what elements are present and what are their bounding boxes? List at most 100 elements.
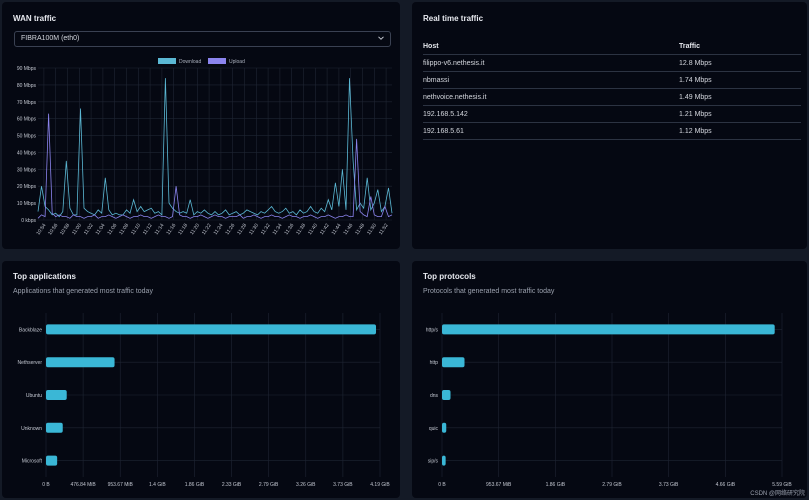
host-cell: 192.168.5.61 (423, 122, 679, 140)
legend-upload-label: Upload (229, 59, 245, 65)
table-row: nbmassi 1.74 Mbps (423, 71, 801, 89)
protocol-category-label: sip/s (428, 459, 439, 465)
x-tick-label: 11:04 (95, 223, 107, 237)
x-tick-label: 11:14 (154, 223, 166, 237)
protocol-category-label: quic (429, 426, 439, 432)
x-tick-label: 11:44 (331, 223, 343, 237)
protocol-category-label: http (430, 360, 439, 366)
top-applications-chart: 0 B 476.84 MiB 953.67 MiB 1.4 GiB 1.86 GiB 2.… (18, 313, 390, 488)
x-tick-label: 953.67 MiB (486, 482, 512, 488)
realtime-traffic-table: Host Traffic filippo-v6.nethesis.it 12.8 … (423, 38, 801, 140)
x-tick-label: 1.4 GiB (149, 482, 166, 488)
y-tick-label: 80 Mbps (17, 83, 37, 89)
host-column-header: Host (423, 38, 679, 55)
x-tick-label: 11:48 (354, 223, 366, 237)
traffic-cell: 1.49 Mbps (679, 88, 801, 106)
legend-download-label: Download (179, 59, 201, 65)
x-tick-label: 10:58 (59, 223, 71, 237)
watermark: CSDN @网络研究院 (750, 491, 805, 497)
x-tick-label: 4.66 GiB (716, 482, 736, 488)
x-tick-label: 11:28 (236, 223, 248, 237)
interface-select[interactable]: FIBRA100M (eth0) (14, 31, 391, 47)
protocol-category-label: dns (430, 393, 439, 399)
x-tick-label: 11:24 (213, 223, 225, 237)
x-tick-label: 10:54 (35, 223, 47, 237)
table-row: nethvoice.nethesis.it 1.49 Mbps (423, 88, 801, 106)
x-tick-label: 2.33 GiB (222, 482, 242, 488)
x-tick-label: 11:38 (295, 223, 307, 237)
x-tick-label: 2.79 GiB (602, 482, 622, 488)
app-category-label: Ubuntu (26, 393, 42, 399)
x-tick-label: 11:46 (342, 223, 354, 237)
x-tick-label: 3.73 GiB (659, 482, 679, 488)
top-protocols-title: Top protocols (423, 272, 476, 281)
x-tick-label: 11:16 (165, 223, 177, 237)
app-bar (46, 390, 67, 400)
traffic-cell: 1.74 Mbps (679, 71, 801, 89)
top-protocols-chart: 0 B 953.67 MiB 1.86 GiB 2.79 GiB 3.73 GiB 4.6… (426, 313, 792, 488)
x-tick-label: 11:50 (366, 223, 378, 237)
table-header-row: Host Traffic (423, 38, 801, 55)
x-tick-label: 11:36 (283, 223, 295, 237)
protocol-bar (442, 455, 446, 466)
app-bar (46, 324, 377, 335)
top-protocols-subtitle: Protocols that generated most traffic to… (423, 288, 555, 295)
x-tick-label: 2.79 GiB (259, 482, 279, 488)
interface-select-value: FIBRA100M (eth0) (21, 35, 80, 42)
x-tick-label: 11:26 (224, 223, 236, 237)
x-tick-label: 11:34 (272, 223, 284, 237)
x-tick-label: 11:06 (106, 223, 118, 237)
y-tick-label: 20 Mbps (17, 184, 37, 190)
x-tick-label: 11:32 (260, 223, 272, 237)
x-tick-label: 11:42 (319, 223, 331, 237)
y-tick-label: 0 kbps (21, 218, 36, 224)
x-tick-label: 11:30 (248, 223, 260, 237)
app-category-label: Unknown (21, 426, 42, 432)
app-category-label: Nethserver (18, 360, 43, 366)
x-tick-label: 3.73 GiB (333, 482, 353, 488)
protocol-bar (442, 422, 447, 433)
y-tick-label: 10 Mbps (17, 201, 37, 207)
y-tick-label: 60 Mbps (17, 117, 37, 123)
wan-traffic-title: WAN traffic (13, 14, 57, 23)
x-tick-label: 0 B (42, 482, 50, 488)
y-tick-label: 90 Mbps (17, 66, 37, 72)
protocol-bar (442, 357, 465, 368)
realtime-traffic-title: Real time traffic (423, 14, 484, 23)
x-tick-label: 11:22 (201, 223, 213, 237)
host-cell: 192.168.5.142 (423, 105, 679, 123)
app-bar (46, 422, 63, 433)
app-category-label: Backblaze (19, 327, 42, 333)
y-tick-label: 50 Mbps (17, 134, 37, 140)
x-tick-label: 11:10 (130, 223, 142, 237)
top-protocols-card: Top protocols Protocols that generated m… (412, 261, 807, 498)
traffic-cell: 1.12 Mbps (679, 122, 801, 140)
x-tick-label: 953.67 MiB (108, 482, 134, 488)
x-tick-label: 11:20 (189, 223, 201, 237)
app-category-label: Microsoft (22, 459, 43, 465)
app-bar (46, 455, 58, 466)
x-tick-label: 11:00 (71, 223, 83, 237)
traffic-column-header: Traffic (679, 38, 801, 55)
wan-traffic-chart: Download Upload 0 kbps 10 Mbps 20 Mbps 30 Mbp… (17, 58, 393, 237)
protocol-bar (442, 324, 775, 335)
host-cell: filippo-v6.nethesis.it (423, 54, 679, 72)
x-tick-label: 4.19 GiB (370, 482, 390, 488)
x-tick-label: 11:40 (307, 223, 319, 237)
x-tick-label: 11:12 (142, 223, 154, 237)
top-applications-card: Top applications Applications that gener… (2, 261, 400, 498)
table-row: 192.168.5.61 1.12 Mbps (423, 122, 801, 140)
protocol-bar (442, 390, 451, 400)
x-tick-label: 0 B (438, 482, 446, 488)
top-applications-subtitle: Applications that generated most traffic… (13, 288, 153, 295)
x-tick-label: 1.86 GiB (546, 482, 566, 488)
x-tick-label: 476.84 MiB (70, 482, 96, 488)
y-tick-label: 70 Mbps (17, 100, 37, 106)
app-bar (46, 357, 115, 368)
x-tick-label: 1.86 GiB (185, 482, 205, 488)
table-row: filippo-v6.nethesis.it 12.8 Mbps (423, 54, 801, 72)
chevron-down-icon (378, 36, 384, 40)
x-tick-label: 11:18 (177, 223, 189, 237)
y-tick-label: 30 Mbps (17, 167, 37, 173)
protocol-category-label: http/s (426, 327, 439, 333)
